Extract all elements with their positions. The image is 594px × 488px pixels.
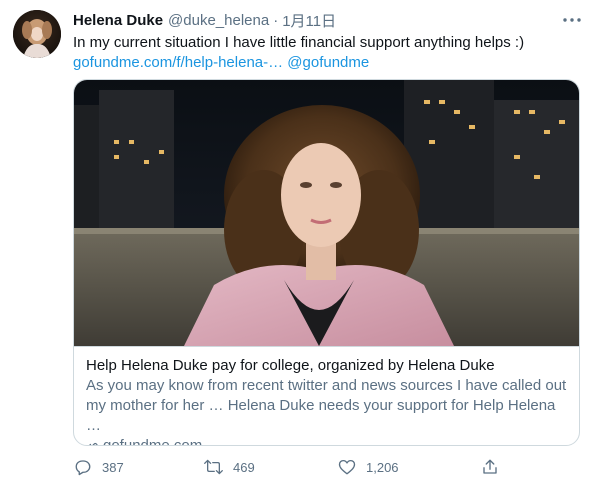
tweet-link[interactable]: gofundme.com/f/help-helena-…	[73, 54, 283, 71]
author-name[interactable]: Helena Duke	[73, 12, 163, 29]
reply-button[interactable]: 387	[73, 456, 124, 478]
tweet-actions: 387 469 1,206	[73, 456, 513, 478]
tweet-body-line: In my current situation I have little fi…	[73, 34, 525, 51]
share-icon	[480, 458, 499, 477]
tweet-header: Helena Duke @duke_helena · 1月11日	[73, 10, 554, 30]
share-button[interactable]	[480, 456, 499, 478]
reply-icon	[73, 458, 92, 477]
like-button[interactable]: 1,206	[337, 456, 399, 478]
card-title: Help Helena Duke pay for college, organi…	[86, 357, 495, 374]
author-handle[interactable]: @duke_helena	[168, 12, 269, 29]
avatar-image	[13, 10, 61, 58]
retweet-count: 469	[233, 459, 255, 475]
heart-icon	[337, 458, 356, 477]
tweet-links-line: gofundme.com/f/help-helena-… @gofundme	[73, 53, 582, 73]
link-icon	[89, 443, 98, 445]
reply-count: 387	[102, 459, 124, 475]
retweet-icon	[204, 458, 223, 477]
tweet-text: In my current situation I have little fi…	[73, 33, 582, 73]
like-count: 1,206	[366, 459, 399, 475]
avatar[interactable]	[13, 10, 61, 58]
card-domain: gofundme.com	[86, 436, 567, 446]
tweet-mention[interactable]: @gofundme	[287, 54, 369, 71]
card-body: Help Helena Duke pay for college, organi…	[74, 346, 579, 445]
more-options-button[interactable]	[562, 12, 582, 28]
retweet-button[interactable]: 469	[204, 456, 255, 478]
more-horizontal-icon	[563, 18, 581, 22]
card-domain-text: gofundme.com	[103, 437, 203, 446]
card-description: As you may know from recent twitter and …	[86, 377, 567, 434]
card-image	[74, 80, 579, 346]
tweet: Helena Duke @duke_helena · 1月11日 In my c…	[0, 0, 594, 488]
tweet-date[interactable]: 1月11日	[282, 10, 336, 31]
link-preview-card[interactable]: Help Helena Duke pay for college, organi…	[73, 79, 580, 446]
header-separator: ·	[273, 11, 279, 29]
